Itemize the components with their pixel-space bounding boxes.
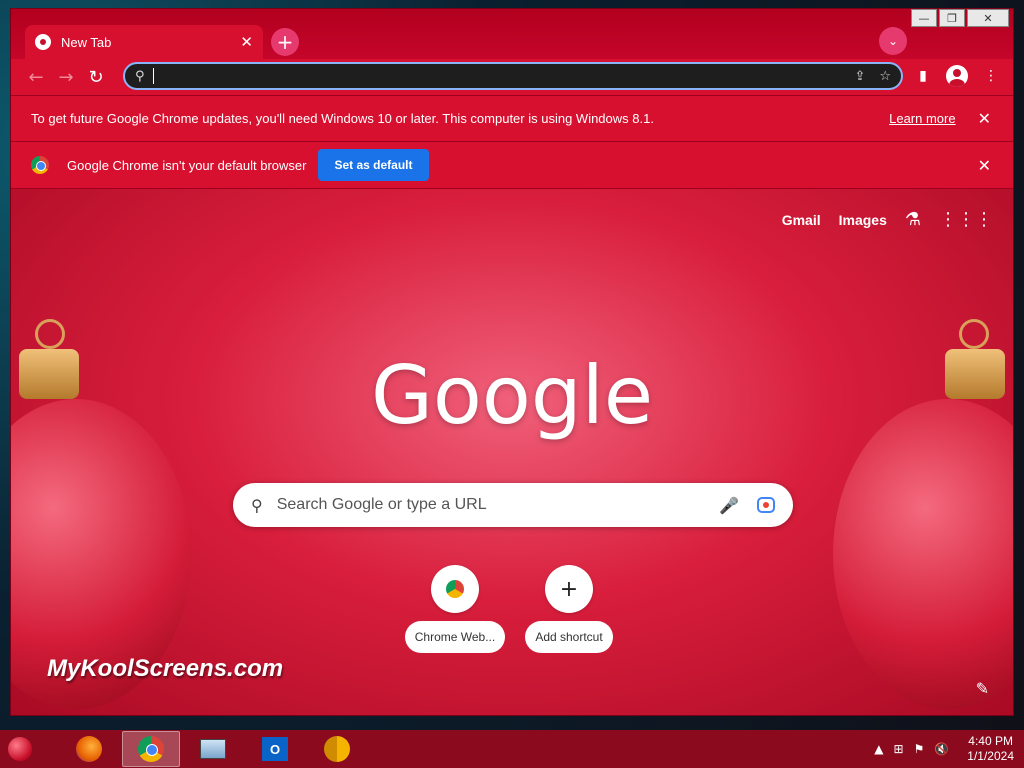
tab-new-tab[interactable]: New Tab ✕ bbox=[25, 25, 263, 59]
taskbar-chrome-canary[interactable] bbox=[308, 731, 366, 767]
shortcut-tile: + bbox=[545, 565, 593, 613]
tab-title: New Tab bbox=[61, 34, 112, 50]
search-placeholder: Search Google or type a URL bbox=[276, 496, 487, 513]
labs-flask-icon[interactable]: ⚗ bbox=[905, 209, 921, 230]
forward-button[interactable]: → bbox=[51, 62, 81, 92]
learn-more-link[interactable]: Learn more bbox=[889, 111, 955, 126]
google-lens-icon[interactable] bbox=[757, 497, 775, 513]
monitor-icon bbox=[200, 739, 226, 759]
tab-close-icon[interactable]: ✕ bbox=[240, 33, 253, 51]
profile-button[interactable] bbox=[943, 62, 971, 90]
apps-grid-icon[interactable]: ⋮⋮⋮ bbox=[939, 209, 993, 230]
shortcut-add[interactable]: + Add shortcut bbox=[517, 565, 621, 653]
system-tray: ▲ ⊞ ⚑ 🔇 4:40 PM 1/1/2024 bbox=[874, 730, 1014, 768]
shortcuts-row: Chrome Web... + Add shortcut bbox=[403, 565, 621, 653]
ornament-loop bbox=[35, 319, 65, 349]
tab-strip: New Tab ✕ + ⌄ bbox=[11, 9, 1013, 59]
shortcut-tile bbox=[431, 565, 479, 613]
firefox-icon bbox=[76, 736, 102, 762]
tab-search-button[interactable]: ⌄ bbox=[879, 27, 907, 55]
chrome-icon bbox=[138, 736, 164, 762]
taskbar-resource-monitor[interactable] bbox=[184, 731, 242, 767]
chrome-window: New Tab ✕ + ⌄ — ❐ ✕ ← → ↻ ⚲ ⇪ ☆ ▮ ⋮ To g… bbox=[10, 8, 1014, 716]
plus-icon: + bbox=[559, 576, 579, 602]
clock-date: 1/1/2024 bbox=[967, 749, 1014, 763]
search-icon: ⚲ bbox=[251, 495, 263, 515]
start-button[interactable] bbox=[0, 730, 40, 768]
clock-time: 4:40 PM bbox=[968, 734, 1013, 748]
outlook-icon: O bbox=[262, 737, 288, 761]
chrome-icon bbox=[446, 580, 464, 598]
shortcut-chrome-web-store[interactable]: Chrome Web... bbox=[403, 565, 507, 653]
window-controls: — ❐ ✕ bbox=[911, 9, 1009, 27]
shortcut-label: Chrome Web... bbox=[404, 621, 506, 653]
network-icon[interactable]: ⊞ bbox=[894, 742, 904, 756]
ntp-search-box[interactable]: ⚲ Search Google or type a URL 🎤 bbox=[233, 483, 793, 527]
watermark: MyKoolScreens.com bbox=[47, 655, 284, 682]
maximize-button[interactable]: ❐ bbox=[939, 9, 965, 27]
clock[interactable]: 4:40 PM 1/1/2024 bbox=[967, 734, 1014, 764]
update-infobar: To get future Google Chrome updates, you… bbox=[11, 95, 1013, 141]
close-icon[interactable]: ✕ bbox=[978, 109, 991, 128]
taskbar-firefox[interactable] bbox=[60, 731, 118, 767]
action-center-flag-icon[interactable]: ⚑ bbox=[914, 742, 925, 756]
close-window-button[interactable]: ✕ bbox=[967, 9, 1009, 27]
default-browser-infobar: Google Chrome isn't your default browser… bbox=[11, 141, 1013, 189]
images-link[interactable]: Images bbox=[839, 212, 887, 228]
share-icon[interactable]: ⇪ bbox=[854, 69, 865, 84]
side-panel-icon[interactable]: ▮ bbox=[909, 62, 937, 90]
toolbar-right-group: ▮ ⋮ bbox=[909, 62, 1005, 90]
customize-pencil-icon[interactable]: ✎ bbox=[976, 679, 989, 698]
update-message: To get future Google Chrome updates, you… bbox=[31, 111, 654, 126]
text-cursor bbox=[152, 68, 154, 84]
chrome-logo-icon bbox=[31, 156, 49, 174]
gmail-link[interactable]: Gmail bbox=[782, 212, 821, 228]
toolbar: ← → ↻ ⚲ ⇪ ☆ ▮ ⋮ bbox=[11, 59, 1013, 95]
ntp-top-links: Gmail Images ⚗ ⋮⋮⋮ bbox=[782, 209, 993, 230]
shortcut-label: Add shortcut bbox=[525, 621, 613, 653]
ornament-loop bbox=[959, 319, 989, 349]
volume-icon[interactable]: 🔇 bbox=[934, 742, 949, 756]
omnibox[interactable]: ⚲ ⇪ ☆ bbox=[123, 62, 903, 90]
chrome-favicon-icon bbox=[35, 34, 51, 50]
close-icon[interactable]: ✕ bbox=[978, 156, 991, 175]
microphone-icon[interactable]: 🎤 bbox=[719, 496, 739, 515]
default-browser-message: Google Chrome isn't your default browser bbox=[67, 157, 307, 173]
taskbar-chrome[interactable] bbox=[122, 731, 180, 767]
ornament-ball bbox=[833, 399, 1013, 709]
new-tab-page: Gmail Images ⚗ ⋮⋮⋮ Google ⚲ Search Googl… bbox=[11, 189, 1013, 715]
set-as-default-button[interactable]: Set as default bbox=[318, 149, 429, 181]
google-logo: Google bbox=[370, 349, 654, 442]
menu-kebab-icon[interactable]: ⋮ bbox=[977, 62, 1005, 90]
minimize-button[interactable]: — bbox=[911, 9, 937, 27]
reload-button[interactable]: ↻ bbox=[81, 62, 111, 92]
bookmark-star-icon[interactable]: ☆ bbox=[879, 69, 891, 84]
back-button[interactable]: ← bbox=[21, 62, 51, 92]
taskbar: O ▲ ⊞ ⚑ 🔇 4:40 PM 1/1/2024 bbox=[0, 730, 1024, 768]
show-hidden-icons[interactable]: ▲ bbox=[874, 742, 883, 756]
taskbar-outlook[interactable]: O bbox=[246, 731, 304, 767]
start-orb-icon bbox=[8, 737, 32, 761]
avatar-icon bbox=[946, 65, 968, 87]
chrome-canary-icon bbox=[324, 736, 350, 762]
new-tab-button[interactable]: + bbox=[271, 28, 299, 56]
search-icon: ⚲ bbox=[135, 68, 145, 84]
